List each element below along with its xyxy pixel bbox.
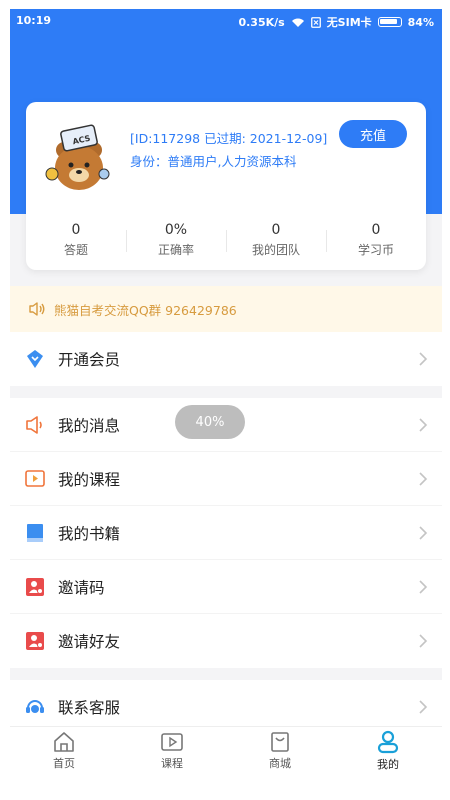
tab-label: 商城 [269, 756, 291, 770]
status-bar: 10:19 0.35K/s 无SIM卡 84% [10, 9, 442, 33]
chevron-right-icon [419, 526, 428, 540]
home-icon [54, 731, 74, 752]
menu-item-vip[interactable]: 开通会员 [10, 332, 442, 386]
wifi-icon [291, 18, 304, 27]
battery-icon [377, 17, 402, 27]
notice-text: 熊猫自考交流QQ群 926429786 [54, 302, 237, 318]
menu-group-membership: 开通会员 [10, 332, 442, 386]
chevron-right-icon [419, 580, 428, 594]
play-icon [161, 732, 183, 751]
sim-status: 无SIM卡 [326, 16, 372, 29]
bottom-tab-bar: 首页 课程 商城 我的 [10, 726, 442, 774]
chevron-right-icon [419, 418, 428, 432]
recharge-button[interactable]: 充值 [339, 120, 407, 148]
stat-team[interactable]: 0 我的团队 [226, 218, 326, 264]
menu-label: 邀请好友 [58, 633, 121, 651]
user-id-expiry: [ID:117298 已过期: 2021-12-09] [130, 131, 328, 146]
tab-label: 课程 [161, 756, 183, 770]
tab-home[interactable]: 首页 [10, 727, 118, 774]
vip-diamond-icon [24, 348, 46, 370]
stat-coins[interactable]: 0 学习币 [326, 218, 426, 264]
network-speed: 0.35K/s [238, 15, 285, 29]
battery-percent: 84% [407, 15, 434, 29]
menu-label: 我的课程 [58, 470, 121, 489]
tab-courses[interactable]: 课程 [118, 727, 226, 774]
menu-label: 我的书籍 [58, 524, 121, 543]
loading-progress-toast: 40% [175, 405, 245, 439]
menu-item-courses[interactable]: 我的课程 [10, 452, 442, 506]
user-role: 身份：普通用户,人力资源本科 [130, 154, 297, 169]
user-icon [377, 730, 399, 753]
invite-friend-icon [24, 630, 46, 652]
chevron-right-icon [419, 634, 428, 648]
speaker-icon [29, 302, 45, 316]
menu-item-invite-code[interactable]: 邀请码 [10, 560, 442, 614]
app-screen: 10:19 0.35K/s 无SIM卡 84% ACS [ID:117298 已… [10, 9, 442, 774]
message-speaker-icon [24, 414, 46, 436]
stat-value: 0 [71, 222, 81, 238]
tab-label: 我的 [377, 757, 399, 771]
menu-label: 我的消息 [58, 416, 121, 435]
stat-label: 我的团队 [251, 243, 300, 257]
chevron-right-icon [419, 352, 428, 366]
menu-label: 开通会员 [58, 351, 121, 369]
tab-label: 首页 [53, 756, 75, 770]
chevron-right-icon [419, 700, 428, 714]
menu-label: 联系客服 [58, 699, 121, 717]
shop-icon [271, 731, 289, 752]
chevron-right-icon [419, 472, 428, 486]
menu-item-books[interactable]: 我的书籍 [10, 506, 442, 560]
invite-code-icon [24, 576, 46, 598]
qq-group-notice[interactable]: 熊猫自考交流QQ群 926429786 [10, 286, 442, 332]
stat-answers[interactable]: 0 答题 [26, 218, 126, 264]
stat-accuracy[interactable]: 0% 正确率 [126, 218, 226, 264]
stat-label: 正确率 [157, 243, 194, 257]
stat-value: 0 [271, 222, 281, 238]
menu-label: 邀请码 [58, 578, 105, 597]
sim-card-icon [310, 16, 321, 28]
book-icon [24, 522, 46, 544]
status-time: 10:19 [16, 14, 52, 27]
bear-avatar-icon[interactable]: ACS [42, 120, 114, 196]
tab-shop[interactable]: 商城 [226, 727, 334, 774]
stat-value: 0 [371, 222, 381, 238]
menu-item-invite-friends[interactable]: 邀请好友 [10, 614, 442, 668]
course-play-icon [24, 468, 46, 490]
stat-label: 答题 [63, 243, 88, 257]
customer-service-icon [24, 696, 46, 718]
profile-card: ACS [ID:117298 已过期: 2021-12-09] 身份：普通用户,… [26, 102, 426, 270]
tab-mine[interactable]: 我的 [334, 727, 442, 774]
stat-label: 学习币 [357, 243, 394, 257]
stats-row: 0 答题 0% 正确率 0 我的团队 0 学习币 [26, 218, 426, 264]
stat-value: 0% [164, 222, 188, 238]
